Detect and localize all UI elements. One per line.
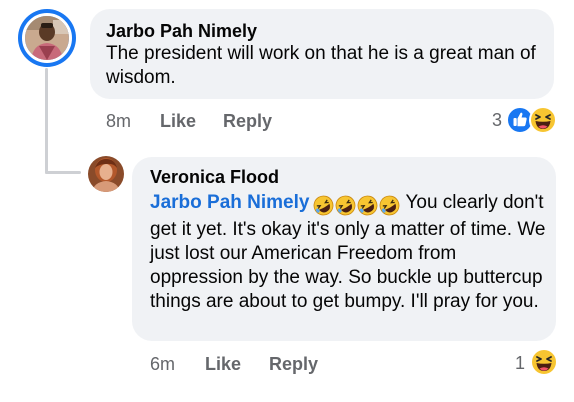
rolling-on-floor-laughing-icon [358,196,378,216]
avatar[interactable] [22,13,72,63]
rolling-on-floor-laughing-icon [380,196,400,216]
rolling-on-floor-laughing-icon [314,196,334,216]
like-button[interactable]: Like [205,354,241,375]
like-button[interactable]: Like [160,111,196,132]
thread-connector-branch [45,171,81,174]
avatar-photo-jarbo [25,16,69,60]
comment-text: Jarbo Pah Nimely You clearly don't get it… [150,191,546,314]
thread-connector-line [45,68,48,174]
reply-button[interactable]: Reply [269,354,318,375]
reply-button[interactable]: Reply [223,111,272,132]
haha-icon[interactable] [530,348,558,376]
comment-timestamp[interactable]: 6m [150,354,175,375]
avatar[interactable] [88,156,124,192]
rolling-on-floor-laughing-icon [336,196,356,216]
comment-timestamp[interactable]: 8m [106,111,131,132]
avatar-photo-veronica [88,156,124,192]
reaction-count[interactable]: 3 [492,110,502,131]
haha-icon[interactable] [529,106,557,134]
comment-bubble: Jarbo Pah Nimely The president will work… [90,9,554,99]
comment-author[interactable]: Veronica Flood [150,167,279,188]
reaction-count[interactable]: 1 [515,353,525,374]
mention-link[interactable]: Jarbo Pah Nimely [150,192,309,213]
emoji-group [313,194,401,218]
comment-text: The president will work on that he is a … [106,43,536,88]
comment-bubble: Veronica Flood Jarbo Pah Nimely You clear… [132,157,556,341]
comment-author[interactable]: Jarbo Pah Nimely [106,21,257,42]
